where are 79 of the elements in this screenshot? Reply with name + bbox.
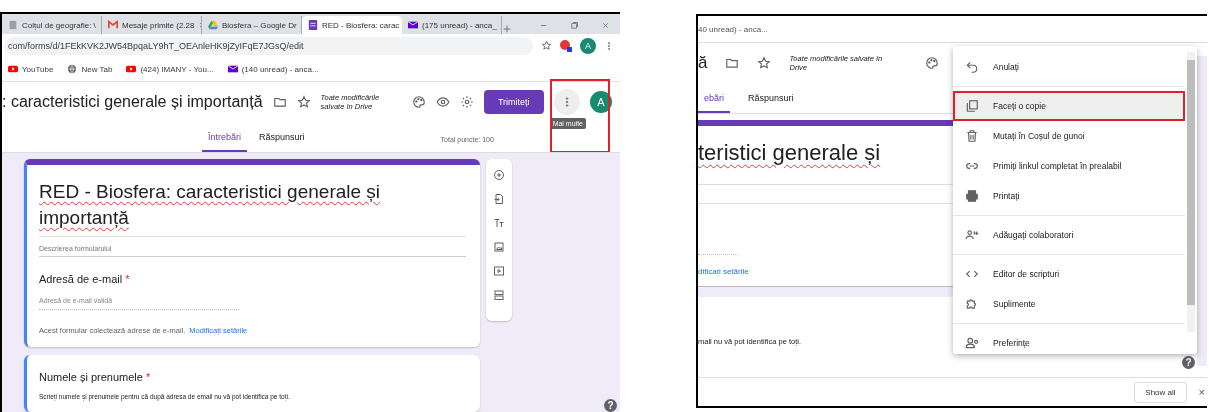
printer-icon (965, 189, 979, 203)
import-button[interactable] (493, 193, 505, 205)
tab-title: RED - Biosfera: carac (322, 20, 400, 30)
mail-logo-icon (108, 20, 118, 30)
envelope-icon (408, 20, 418, 30)
menu-item[interactable]: Printați (953, 181, 1185, 211)
copy-icon (965, 99, 979, 113)
palette-icon (411, 95, 426, 109)
bookmark[interactable]: 40 unread) - anca... (698, 24, 768, 34)
tab-title: Colțul de geografie: \ (22, 20, 96, 30)
menu-item[interactable]: Adăugați colaboratori (953, 220, 1185, 250)
video-button[interactable] (493, 265, 505, 277)
envelope-icon (227, 64, 238, 74)
help-icon[interactable]: ? (1182, 356, 1195, 369)
tab-title: Biosfera – Google Dr (222, 20, 297, 30)
bookmark[interactable]: YouTube (22, 64, 54, 74)
menu-item[interactable]: Mutați în Coșul de gunoi (953, 121, 1185, 151)
star-icon (757, 56, 772, 70)
menu-item[interactable]: Preferințe (953, 328, 1185, 358)
help-icon[interactable]: ? (604, 399, 617, 412)
form-tab[interactable]: ebări (698, 93, 730, 113)
form-title[interactable]: : caracteristici generale și importanță (2, 93, 263, 111)
star-icon (541, 40, 552, 51)
form-title[interactable]: ă (698, 53, 708, 73)
person-settings-icon (965, 336, 979, 350)
puzzle-icon (965, 297, 979, 311)
play-logo-icon (8, 64, 18, 74)
form-tab[interactable]: Răspunsuri (742, 93, 800, 113)
section-button[interactable] (493, 289, 505, 301)
section-icon (493, 289, 505, 301)
profile-avatar[interactable]: A (580, 37, 596, 54)
play-logo-icon (126, 64, 137, 74)
account-avatar[interactable]: A (590, 91, 612, 113)
address-bar[interactable]: com/forms/d/1FEkKVK2JW54BpqaLY9hT_OEAnleHK9jZyIFqE7JGsQ/edit (4, 36, 533, 55)
extension-icon[interactable] (560, 39, 572, 52)
form-tab[interactable]: Răspunsuri (253, 132, 311, 152)
bookmark[interactable]: New Tab (81, 64, 113, 74)
folder-icon (725, 56, 740, 70)
menu-item[interactable]: Suplimente (953, 289, 1185, 319)
bookmark[interactable]: (140 unread) - anca... (241, 64, 319, 74)
tab-title: Mesaje primite (2.28 (122, 20, 195, 30)
question-label: Adresă de e-mail * (39, 273, 131, 286)
star-icon (296, 95, 311, 109)
form-heading[interactable]: RED - Biosfera: caracteristici generale și importanță (39, 179, 466, 238)
browser-tab[interactable]: RED - Biosfera: carac (302, 16, 402, 34)
image-button[interactable] (493, 241, 505, 253)
eye-icon (435, 95, 450, 109)
restore-icon (570, 21, 579, 30)
palette-icon (925, 56, 940, 70)
trash-icon (965, 129, 979, 143)
menu-item[interactable]: Editor de scripturi (953, 259, 1185, 289)
question-label: Numele și prenumele * (39, 371, 152, 384)
menu-item[interactable]: Primiți linkul completat în prealabil (953, 151, 1185, 181)
globe-icon (67, 64, 78, 74)
bookmark[interactable]: (424) IMANY - You... (140, 64, 214, 74)
text-size-icon (493, 217, 505, 229)
tab-title: (175 unread) - anca_ (422, 20, 497, 30)
folder-icon (272, 95, 287, 109)
play-icon (493, 265, 505, 277)
add-question-button[interactable] (493, 169, 505, 181)
title-button[interactable] (493, 217, 505, 229)
show-all-button[interactable]: Show all (1134, 381, 1187, 403)
image-icon (493, 241, 505, 253)
send-button[interactable]: Trimiteți (483, 90, 544, 114)
close-button[interactable]: × (1198, 386, 1207, 398)
browser-tab[interactable]: Mesaje primite (2.28 (102, 16, 202, 34)
form-logo-icon (308, 20, 318, 30)
browser-tab[interactable]: (175 unread) - anca_ (402, 16, 502, 34)
browser-tab[interactable]: Colțul de geografie: \ (2, 16, 102, 34)
drive-logo-icon (208, 20, 218, 30)
new-tab-icon (502, 24, 512, 34)
import-icon (493, 193, 505, 205)
undo-icon (965, 60, 979, 74)
page-icon (8, 20, 18, 30)
scrollbar[interactable] (1187, 52, 1195, 332)
menu-item[interactable]: Faceți o copie (953, 91, 1185, 121)
plus-circle-icon (493, 169, 505, 181)
add-people-icon (965, 228, 979, 242)
menu-item[interactable]: Anulați (953, 52, 1185, 82)
